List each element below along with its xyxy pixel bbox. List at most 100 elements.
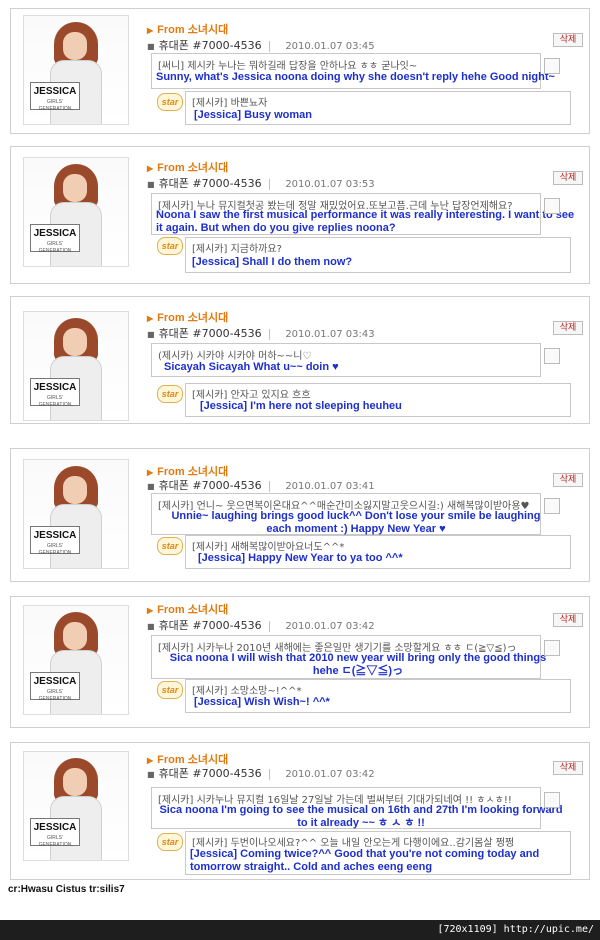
message-english: Sica noona I will wish that 2010 new yea… xyxy=(169,652,547,677)
message-meta: ■ 휴대폰 #7000-4536 | 2010.01.07 03:42 xyxy=(147,619,375,632)
star-icon: star xyxy=(157,237,183,255)
reply-korean: [제시카] 소망소망~!^^* xyxy=(192,686,302,697)
message-korean: [써니] 제시카 누나는 뭐하길래 답장을 안하나요 ㅎㅎ 굳나잇~ xyxy=(158,61,418,72)
sender-label: ▶ From 소녀시대 xyxy=(147,24,229,36)
timestamp: 2010.01.07 03:42 xyxy=(285,621,375,632)
delete-button[interactable]: 삭제 xyxy=(553,321,583,335)
triangle-icon: ▶ xyxy=(147,26,154,35)
profile-photo: JESSICA GIRLS' GENERATION xyxy=(23,459,129,569)
reply-korean: [제시카] 두번이나오세요?^^ 오늘 내일 안오는게 다행이에요..감기몸살 … xyxy=(192,838,515,849)
phone-number: 휴대폰 #7000-4536 xyxy=(158,479,262,492)
checkbox[interactable] xyxy=(544,498,560,514)
delete-button[interactable]: 삭제 xyxy=(553,761,583,775)
message-card: JESSICA GIRLS' GENERATION ▶ From 소녀시대 ■ 휴대폰… xyxy=(10,448,590,582)
message-korean: (제시카) 시카야 시카야 머하~~니♡ xyxy=(158,351,312,362)
jessica-logo: JESSICA GIRLS' GENERATION xyxy=(30,82,80,112)
message-english: Sicayah Sicayah What u~~ doin ♥ xyxy=(164,361,339,373)
timestamp: 2010.01.07 03:41 xyxy=(285,481,375,492)
star-icon: star xyxy=(157,833,183,851)
timestamp: 2010.01.07 03:45 xyxy=(285,41,375,52)
delete-button[interactable]: 삭제 xyxy=(553,33,583,47)
translator-credit: cr:Hwasu Cistus tr:silis7 xyxy=(8,884,125,895)
profile-photo: JESSICA GIRLS' GENERATION xyxy=(23,311,129,421)
sender-label: ▶ From 소녀시대 xyxy=(147,312,229,324)
checkbox[interactable] xyxy=(544,198,560,214)
checkbox[interactable] xyxy=(544,58,560,74)
footer-link[interactable]: [720x1109] http://upic.me/ xyxy=(437,924,600,935)
reply-message: [제시카] 지금하까요? [Jessica] Shall I do them n… xyxy=(185,237,571,273)
image-host-footer: [720x1109] http://upic.me/ xyxy=(0,920,600,940)
message-meta: ■ 휴대폰 #7000-4536 | 2010.01.07 03:45 xyxy=(147,39,375,52)
message-meta: ■ 휴대폰 #7000-4536 | 2010.01.07 03:53 xyxy=(147,177,375,190)
message-card: JESSICA GIRLS' GENERATION ▶ From 소녀시대 ■ 휴대폰… xyxy=(10,146,590,284)
reply-english: [Jessica] Coming twice?^^ Good that you'… xyxy=(190,848,540,873)
message-card: JESSICA GIRLS' GENERATION ▶ From 소녀시대 ■ 휴대폰… xyxy=(10,596,590,728)
checkbox[interactable] xyxy=(544,640,560,656)
message-meta: ■ 휴대폰 #7000-4536 | 2010.01.07 03:41 xyxy=(147,479,375,492)
timestamp: 2010.01.07 03:42 xyxy=(285,769,375,780)
reply-english: [Jessica] I'm here not sleeping heuheu xyxy=(200,400,402,412)
message-meta: ■ 휴대폰 #7000-4536 | 2010.01.07 03:43 xyxy=(147,327,375,340)
incoming-message: [제시카] 시카누나 뮤지컬 16일날 27일날 가는데 벌써부터 기대가되네여… xyxy=(151,787,563,829)
message-card: JESSICA GIRLS' GENERATION ▶ From 소녀시대 ■ 휴대폰… xyxy=(10,296,590,424)
lock-icon: ■ xyxy=(147,622,155,631)
message-english: Unnie~ laughing brings good luck^^ Don't… xyxy=(171,510,541,535)
delete-button[interactable]: 삭제 xyxy=(553,473,583,487)
delete-button[interactable]: 삭제 xyxy=(553,613,583,627)
star-icon: star xyxy=(157,385,183,403)
reply-english: [Jessica] Happy New Year to ya too ^^* xyxy=(198,552,403,564)
phone-number: 휴대폰 #7000-4536 xyxy=(158,767,262,780)
message-card: JESSICA GIRLS' GENERATION ▶ From 소녀시대 ■ 휴대폰… xyxy=(10,8,590,134)
lock-icon: ■ xyxy=(147,770,155,779)
profile-photo: JESSICA GIRLS' GENERATION xyxy=(23,15,129,125)
lock-icon: ■ xyxy=(147,482,155,491)
reply-message: [제시카] 새해복많이받아요너도^^* [Jessica] Happy New … xyxy=(185,535,571,569)
incoming-message: [써니] 제시카 누나는 뭐하길래 답장을 안하나요 ㅎㅎ 굳나잇~ Sunny… xyxy=(151,53,560,89)
reply-korean: [제시카] 새해복많이받아요너도^^* xyxy=(192,542,345,553)
jessica-logo: JESSICA GIRLS' GENERATION xyxy=(30,526,80,556)
profile-photo: JESSICA GIRLS' GENERATION xyxy=(23,157,129,267)
lock-icon: ■ xyxy=(147,42,155,51)
profile-photo: JESSICA GIRLS' GENERATION xyxy=(23,605,129,715)
sender-label: ▶ From 소녀시대 xyxy=(147,604,229,616)
phone-number: 휴대폰 #7000-4536 xyxy=(158,619,262,632)
reply-message: [제시카] 바쁜뇨자 [Jessica] Busy woman xyxy=(185,91,571,125)
message-meta: ■ 휴대폰 #7000-4536 | 2010.01.07 03:42 xyxy=(147,767,375,780)
timestamp: 2010.01.07 03:43 xyxy=(285,329,375,340)
jessica-logo: JESSICA GIRLS' GENERATION xyxy=(30,818,80,848)
timestamp: 2010.01.07 03:53 xyxy=(285,179,375,190)
incoming-message: (제시카) 시카야 시카야 머하~~니♡ Sicayah Sicayah Wha… xyxy=(151,343,560,377)
sender-label: ▶ From 소녀시대 xyxy=(147,162,229,174)
triangle-icon: ▶ xyxy=(147,468,154,477)
message-english: Sica noona I'm going to see the musical … xyxy=(159,804,563,829)
delete-button[interactable]: 삭제 xyxy=(553,171,583,185)
star-icon: star xyxy=(157,681,183,699)
jessica-logo: JESSICA GIRLS' GENERATION xyxy=(30,378,80,408)
reply-english: [Jessica] Shall I do them now? xyxy=(192,256,353,268)
incoming-message: [제시카] 시카누나 2010년 새해에는 좋은일만 생기기를 소망할게요 ㅎㅎ… xyxy=(151,635,560,679)
lock-icon: ■ xyxy=(147,180,155,189)
message-card: JESSICA GIRLS' GENERATION ▶ From 소녀시대 ■ 휴대폰… xyxy=(10,742,590,880)
reply-korean: [제시카] 지금하까요? xyxy=(192,244,282,255)
phone-number: 휴대폰 #7000-4536 xyxy=(158,327,262,340)
phone-number: 휴대폰 #7000-4536 xyxy=(158,39,262,52)
reply-message: [제시카] 소망소망~!^^* [Jessica] Wish Wish~! ^^… xyxy=(185,679,571,713)
star-icon: star xyxy=(157,93,183,111)
checkbox[interactable] xyxy=(544,348,560,364)
triangle-icon: ▶ xyxy=(147,164,154,173)
star-icon: star xyxy=(157,537,183,555)
triangle-icon: ▶ xyxy=(147,314,154,323)
incoming-message: [제시카] 누나 뮤지컬첫공 봤는데 정말 재밌었어요.또보고픔.근데 누난 답… xyxy=(151,193,574,235)
reply-korean: [제시카] 바쁜뇨자 xyxy=(192,98,268,109)
phone-number: 휴대폰 #7000-4536 xyxy=(158,177,262,190)
checkbox[interactable] xyxy=(544,792,560,808)
profile-photo: JESSICA GIRLS' GENERATION xyxy=(23,751,129,861)
triangle-icon: ▶ xyxy=(147,756,154,765)
jessica-logo: JESSICA GIRLS' GENERATION xyxy=(30,224,80,254)
reply-message: [제시카] 두번이나오세요?^^ 오늘 내일 안오는게 다행이에요..감기몸살 … xyxy=(185,831,571,875)
lock-icon: ■ xyxy=(147,330,155,339)
reply-english: [Jessica] Wish Wish~! ^^* xyxy=(194,696,330,708)
message-english: Sunny, what's Jessica noona doing why sh… xyxy=(156,71,555,83)
reply-korean: [제시카] 안자고 있지요 흐흐 xyxy=(192,390,311,401)
jessica-logo: JESSICA GIRLS' GENERATION xyxy=(30,672,80,702)
